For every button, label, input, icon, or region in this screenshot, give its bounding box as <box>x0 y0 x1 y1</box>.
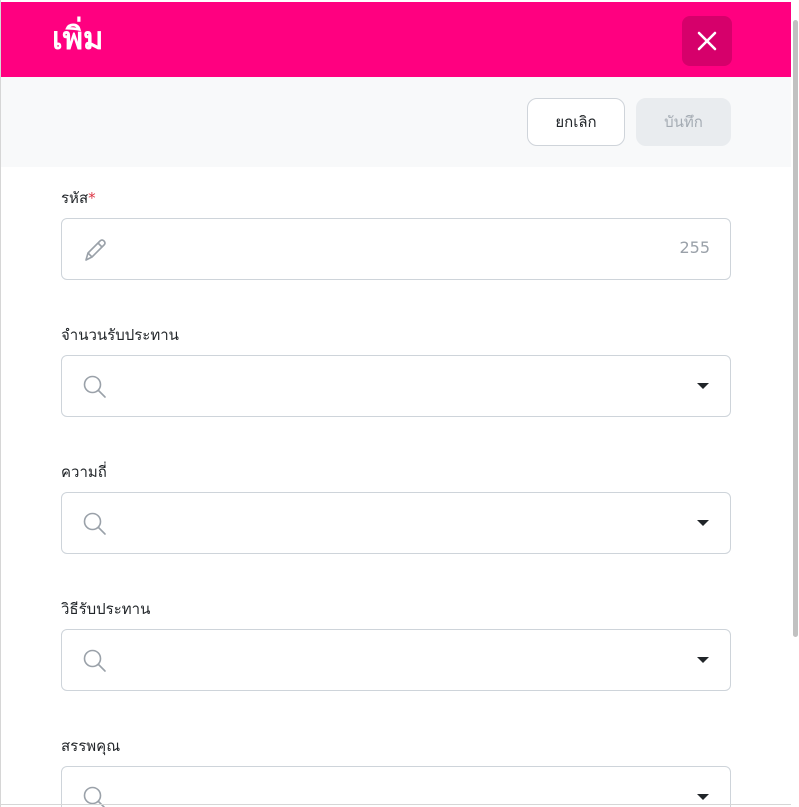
chevron-down-icon[interactable] <box>697 657 709 663</box>
close-button[interactable] <box>682 16 732 66</box>
chevron-down-icon[interactable] <box>697 520 709 526</box>
save-button[interactable]: บันทึก <box>636 98 731 146</box>
chevron-down-icon[interactable] <box>697 383 709 389</box>
insured-amount-label: จำนวนรับประทาน <box>61 326 179 344</box>
insured-amount-select[interactable] <box>61 355 731 417</box>
close-icon <box>697 31 717 51</box>
search-icon <box>83 512 106 535</box>
modal-header: เพิ่ม <box>1 2 791 77</box>
frequency-select[interactable] <box>61 492 731 554</box>
modal-title: เพิ่ม <box>52 21 104 57</box>
add-modal: เพิ่ม ยกเลิก บันทึก รหัส* 255 จำนวนรับปร… <box>0 0 799 807</box>
intake-method-select[interactable] <box>61 629 731 691</box>
pencil-icon <box>85 239 106 261</box>
char-counter: 255 <box>679 238 710 257</box>
code-label: รหัส* <box>61 191 96 206</box>
properties-label: สรรพคุณ <box>61 737 121 755</box>
chevron-down-icon[interactable] <box>697 794 709 800</box>
frequency-label: ความถี่ <box>61 463 107 481</box>
code-input[interactable]: 255 <box>61 218 731 280</box>
modal-bottom-border <box>0 804 799 805</box>
intake-method-label: วิธีรับประทาน <box>61 600 151 618</box>
properties-select[interactable] <box>61 766 731 807</box>
modal-toolbar: ยกเลิก บันทึก <box>1 77 791 167</box>
code-label-text: รหัส <box>61 189 89 207</box>
search-icon <box>83 375 106 398</box>
cancel-button[interactable]: ยกเลิก <box>527 98 625 146</box>
scrollbar-thumb[interactable] <box>793 20 798 637</box>
required-mark: * <box>88 189 96 207</box>
search-icon <box>83 649 106 672</box>
